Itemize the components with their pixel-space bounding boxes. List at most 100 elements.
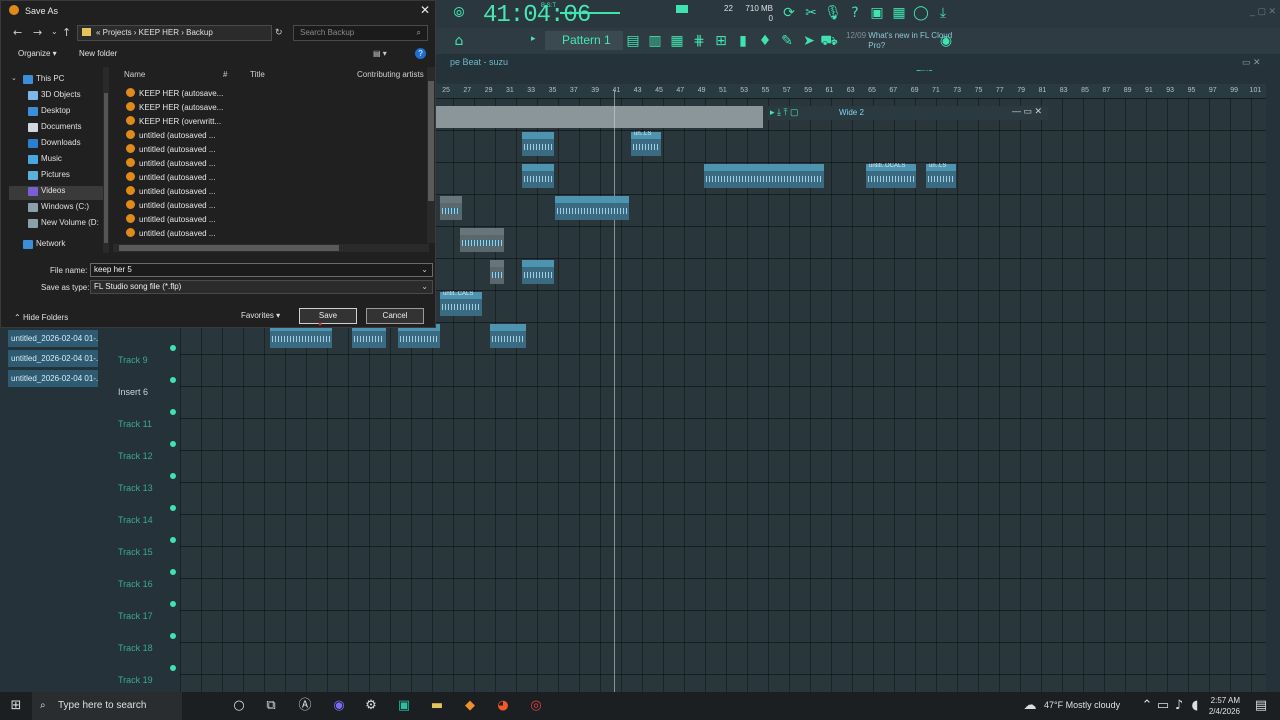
view-options-icon[interactable]: ▤ ▾ [373, 49, 387, 58]
track-mute-button[interactable] [170, 601, 176, 607]
column-title[interactable]: Title [250, 70, 265, 79]
tuner-icon[interactable]: ♦ [756, 32, 774, 50]
file-item[interactable]: untitled (autosaved ... [126, 130, 216, 140]
forward-icon[interactable]: → [33, 26, 42, 39]
audio-clip[interactable] [490, 324, 526, 348]
stamp-icon[interactable]: ➤ [800, 32, 818, 50]
audio-clip[interactable]: un..LS [926, 163, 956, 188]
browser-item[interactable]: untitled_2026-02-04 01-... [8, 370, 98, 387]
up-icon[interactable]: ↑ [62, 26, 71, 39]
muted-clip[interactable] [490, 260, 504, 284]
save-icon[interactable]: ▣ [868, 4, 886, 22]
channel-rack-icon[interactable]: ▥ [646, 32, 664, 50]
weather-text[interactable]: 47°F Mostly cloudy [1044, 700, 1120, 710]
file-item[interactable]: untitled (autosaved ... [126, 186, 216, 196]
playlist-icon[interactable]: ⋕ [690, 32, 708, 50]
plugin-icon[interactable]: ▦ [890, 4, 908, 22]
clock[interactable]: 2:57 AM 2/4/2026 [1206, 695, 1240, 717]
track-mute-button[interactable] [170, 633, 176, 639]
column-number[interactable]: # [223, 70, 227, 79]
track-mute-button[interactable] [170, 569, 176, 575]
download-icon[interactable]: ⤓ [934, 4, 952, 22]
taskbar-search[interactable]: ⌕ Type here to search [32, 692, 182, 720]
volume-icon[interactable]: ◖ [1186, 697, 1204, 715]
play-arrow-icon[interactable]: ▸ [531, 33, 536, 44]
windows-start-icon[interactable]: ⊞ [7, 697, 25, 715]
refresh-icon[interactable]: ↻ [275, 27, 283, 38]
chat-icon[interactable]: ◯ [912, 4, 930, 22]
settings-icon[interactable]: ⚙ [362, 697, 380, 715]
track-label[interactable]: Track 19 [118, 675, 153, 685]
expand-icon[interactable]: ⌄ [11, 74, 17, 82]
file-item[interactable]: untitled (autosaved ... [126, 144, 216, 154]
audio-clip[interactable] [704, 164, 824, 188]
nav-downloads[interactable]: Downloads [41, 138, 81, 147]
audio-clip[interactable]: untitl..OCALS [866, 163, 916, 188]
column-artists[interactable]: Contributing artists [357, 70, 424, 79]
track-mute-button[interactable] [170, 665, 176, 671]
audio-clip[interactable]: untit..CALS [440, 291, 482, 316]
nav-3d-objects[interactable]: 3D Objects [41, 90, 81, 99]
track-label[interactable]: Insert 6 [118, 387, 148, 397]
file-list-hscrollbar[interactable] [113, 244, 429, 252]
refresh-icon[interactable]: ⟳ [780, 4, 798, 22]
nav-pictures[interactable]: Pictures [41, 170, 70, 179]
nav-documents[interactable]: Documents [41, 122, 81, 131]
fl-studio-icon[interactable]: ◆ [461, 697, 479, 715]
file-item[interactable]: untitled (autosaved ... [126, 172, 216, 182]
playhead[interactable] [614, 90, 615, 692]
snap-icon[interactable]: ⌂ [450, 32, 468, 50]
track-mute-button[interactable] [170, 345, 176, 351]
favorites-dropdown[interactable]: Favorites ▾ [241, 311, 280, 320]
pattern-nav-icon[interactable]: ▸ ⤓ ⤒ ▢ [770, 107, 798, 118]
save-type-select[interactable]: FL Studio song file (*.flp) ⌄ [90, 280, 433, 294]
plugin-db-icon[interactable]: ▮ [734, 32, 752, 50]
track-mute-button[interactable] [170, 473, 176, 479]
nav-windows-c[interactable]: Windows (C:) [41, 202, 89, 211]
file-explorer-icon[interactable]: ▬ [428, 697, 446, 715]
track-label[interactable]: Track 15 [118, 547, 153, 557]
save-type-value[interactable]: FL Studio song file (*.flp) [94, 282, 181, 291]
save-button[interactable]: Save [299, 308, 357, 324]
new-folder-button[interactable]: New folder [79, 49, 117, 58]
breadcrumb[interactable]: « Projects › KEEP HER › Backup [96, 28, 213, 37]
timeline-ruler[interactable]: 25 27 29 31 33 35 37 39 41 43 45 47 49 51 53 55 57 59 61 63… [436, 84, 1266, 98]
nav-videos[interactable]: Videos [41, 186, 65, 195]
cortana-icon[interactable]: ○ [230, 697, 248, 715]
track-label[interactable]: Track 11 [118, 419, 152, 429]
track-label[interactable]: Track 9 [118, 355, 148, 365]
file-name-field[interactable]: keep her 5 ⌄ [90, 263, 433, 277]
audio-clip[interactable] [522, 164, 554, 188]
file-list-scrollbar[interactable] [427, 67, 435, 243]
organize-button[interactable]: Organize ▾ [18, 49, 57, 58]
file-item[interactable]: untitled (autosaved ... [126, 214, 216, 224]
chevron-down-icon[interactable]: ⌄ [421, 264, 428, 276]
app-icon[interactable]: Ⓐ [296, 697, 314, 715]
close-icon[interactable]: ✕ [420, 3, 430, 17]
loop-region[interactable] [436, 106, 763, 128]
chrome-icon[interactable]: ◎ [527, 697, 545, 715]
globe-icon[interactable]: ◉ [937, 32, 955, 50]
help-icon[interactable]: ? [415, 48, 426, 59]
playlist-close-icon[interactable]: ▭ ✕ [1242, 57, 1261, 68]
nav-desktop[interactable]: Desktop [41, 106, 70, 115]
nav-scrollbar[interactable] [103, 67, 109, 253]
browser-icon[interactable]: ⊞ [712, 32, 730, 50]
help-icon[interactable]: ? [846, 4, 864, 22]
muted-clip[interactable] [440, 196, 462, 220]
pattern-window-icon[interactable]: — ▭ ✕ [1012, 106, 1042, 117]
file-item[interactable]: untitled (autosaved ... [126, 200, 216, 210]
track-label[interactable]: Track 16 [118, 579, 153, 589]
nav-new-volume-d[interactable]: New Volume (D: [41, 218, 99, 227]
file-item[interactable]: KEEP HER (autosave... [126, 102, 223, 112]
track-label[interactable]: Track 17 [118, 611, 153, 621]
mixer-icon[interactable]: ▤ [624, 32, 642, 50]
record-icon[interactable]: ⦾ [450, 4, 468, 22]
address-bar[interactable]: « Projects › KEEP HER › Backup [77, 25, 272, 41]
audio-clip[interactable] [522, 132, 554, 156]
hide-folders-button[interactable]: ⌃ Hide Folders [14, 313, 68, 322]
column-name[interactable]: Name [124, 70, 145, 79]
muted-clip[interactable] [460, 228, 504, 252]
search-input[interactable]: Search Backup ⌕ [293, 25, 428, 41]
piano-roll-icon[interactable]: ▦ [668, 32, 686, 50]
